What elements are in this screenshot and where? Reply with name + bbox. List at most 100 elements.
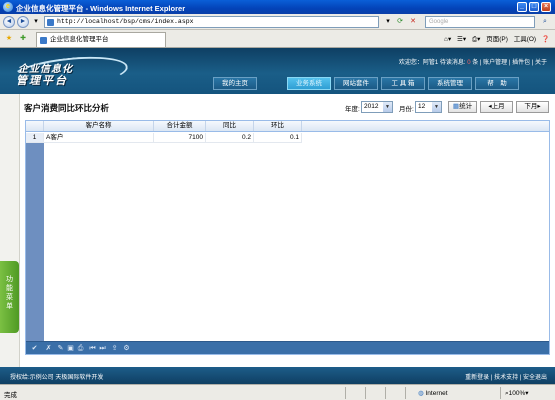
year-select[interactable]: 2012 ▼ — [361, 101, 393, 113]
copy-icon[interactable]: ▣ — [66, 344, 75, 353]
favorites-star-icon[interactable]: ★ — [4, 34, 14, 44]
page-menu[interactable]: 页面(P) — [486, 36, 508, 43]
status-bar: 完成 ◍ Internet ⌕100%▾ — [0, 384, 555, 400]
month-value: 12 — [418, 103, 426, 110]
prev-month-button[interactable]: ◂上月 — [480, 101, 513, 113]
tab-bar: ★ ✚ 企业信息化管理平台 ⌂▾ ☰▾ ⎙▾ 页面(P) 工具(O) ❓ — [0, 30, 555, 48]
address-bar: ◄ ► ▾ http://localhost/bsp/cms/index.asp… — [0, 14, 555, 30]
close-window-button[interactable]: × — [541, 2, 551, 12]
nav-system[interactable]: 系统管理 — [428, 77, 472, 90]
tab-page-icon — [40, 37, 47, 44]
unread-suffix: 条 — [472, 60, 479, 66]
next-icon: ▸ — [537, 103, 541, 110]
grid-header: 客户名称 合计金额 同比 环比 — [26, 121, 549, 132]
plugins-link[interactable]: 插件包 — [512, 60, 530, 66]
month-label: 月份: — [399, 106, 414, 113]
nav-toolbox[interactable]: 工 具 箱 — [381, 77, 425, 90]
tab-active[interactable]: 企业信息化管理平台 — [36, 32, 166, 47]
divider — [405, 387, 406, 399]
divider — [500, 387, 501, 399]
tools-menu[interactable]: 工具(O) — [514, 36, 536, 43]
next-month-button[interactable]: 下月▸ — [516, 101, 549, 113]
tab-label: 企业信息化管理平台 — [50, 36, 109, 43]
first-page-icon[interactable]: ⏮ — [88, 344, 97, 353]
divider — [365, 387, 366, 399]
back-button[interactable]: ◄ — [3, 16, 15, 28]
refresh-icon[interactable]: ⟳ — [395, 17, 405, 27]
url-dropdown-icon[interactable]: ▾ — [383, 17, 393, 27]
unread-count[interactable]: 0 — [467, 60, 470, 66]
nav-home[interactable]: 我的主页 — [213, 77, 257, 90]
last-page-icon[interactable]: ⏭ — [98, 344, 107, 353]
sidebar-toggle[interactable]: 功能菜单 — [0, 261, 19, 333]
relogin-link[interactable]: 重新登录 — [465, 375, 489, 381]
cell-customer-name[interactable]: A客户 — [44, 133, 154, 143]
print-icon[interactable]: ⎙▾ — [472, 36, 480, 43]
cell-mom[interactable]: 0.1 — [254, 133, 302, 143]
export-icon[interactable]: ⇪ — [110, 344, 119, 353]
add-favorites-icon[interactable]: ✚ — [18, 34, 28, 44]
home-icon[interactable]: ⌂▾ — [444, 36, 451, 43]
security-zone: ◍ Internet — [418, 389, 448, 397]
footer-license: 授权给:示例公司 天极国际软件开发 — [10, 375, 104, 381]
maximize-button[interactable]: □ — [529, 2, 539, 12]
search-input[interactable]: Google — [425, 16, 535, 28]
history-dropdown-icon[interactable]: ▾ — [31, 17, 41, 27]
divider — [345, 387, 346, 399]
col-yoy[interactable]: 同比 — [206, 121, 254, 131]
prev-month-label: 上月 — [491, 103, 505, 110]
account-link[interactable]: 账户管理 — [483, 60, 507, 66]
ie-logo-icon: e — [3, 2, 13, 12]
data-grid: 客户名称 合计金额 同比 环比 1 A客户 7100 0.2 0.1 ✔ ✗ ✎… — [25, 120, 550, 355]
page-title: 客户消费同比环比分析 — [24, 103, 110, 113]
settings-icon[interactable]: ⚙ — [122, 344, 131, 353]
nav-business[interactable]: 业务系统 — [287, 77, 331, 90]
divider — [385, 387, 386, 399]
year-label: 年度: — [345, 106, 360, 113]
rownum-header — [26, 121, 44, 131]
feeds-icon[interactable]: ☰▾ — [457, 36, 466, 43]
forward-button[interactable]: ► — [17, 16, 29, 28]
nav-help[interactable]: 帮 助 — [475, 77, 519, 90]
about-link[interactable]: 关于 — [535, 60, 547, 66]
logo-line2: 管理平台 — [16, 75, 68, 87]
col-mom[interactable]: 环比 — [254, 121, 302, 131]
chevron-down-icon: ▼ — [432, 102, 441, 112]
url-field[interactable]: http://localhost/bsp/cms/index.aspx — [44, 16, 379, 28]
logout-link[interactable]: 安全退出 — [523, 375, 547, 381]
cancel-icon[interactable]: ✗ — [44, 344, 53, 353]
globe-icon: ◍ — [418, 390, 424, 397]
search-icon[interactable]: ⌕ — [540, 17, 550, 27]
page-icon — [47, 19, 54, 26]
left-strip: 功能菜单 — [0, 94, 20, 367]
stop-icon[interactable]: ✕ — [408, 17, 418, 27]
stat-button[interactable]: ▦统计 — [448, 101, 477, 113]
stat-label: 统计 — [459, 103, 473, 110]
grid-rownum-gutter — [26, 143, 44, 341]
month-select[interactable]: 12 ▼ — [415, 101, 442, 113]
chevron-down-icon: ▼ — [383, 102, 392, 112]
year-value: 2012 — [364, 103, 379, 110]
content-area: 客户消费同比环比分析 年度: 2012 ▼ 月份: 12 ▼ ▦统计 ◂上月 下… — [20, 94, 555, 367]
minimize-button[interactable]: _ — [517, 2, 527, 12]
edit-icon[interactable]: ✎ — [56, 344, 65, 353]
cell-total-amount[interactable]: 7100 — [154, 133, 206, 143]
status-text: 完成 — [4, 392, 17, 399]
print-icon[interactable]: ⎙ — [76, 344, 85, 353]
col-customer-name[interactable]: 客户名称 — [44, 121, 154, 131]
app-logo: 企业信息化 管理平台 — [8, 51, 135, 94]
zoom-control[interactable]: ⌕100%▾ — [505, 389, 529, 398]
grid-toolbar: ✔ ✗ ✎ ▣ ⎙ ⏮ ⏭ ⇪ ⚙ — [26, 341, 549, 354]
cell-yoy[interactable]: 0.2 — [206, 133, 254, 143]
welcome-text: 欢迎您：阿管1 待读消息: — [398, 60, 466, 66]
col-total-amount[interactable]: 合计金额 — [154, 121, 206, 131]
row-number: 1 — [26, 133, 44, 143]
nav-website-suite[interactable]: 网站套件 — [334, 77, 378, 90]
check-icon[interactable]: ✔ — [30, 344, 39, 353]
window-titlebar: e 企业信息化管理平台 - Windows Internet Explorer … — [0, 0, 555, 14]
help-menu-icon[interactable]: ❓ — [542, 36, 550, 43]
support-link[interactable]: 技术支持 — [494, 375, 518, 381]
url-text: http://localhost/bsp/cms/index.aspx — [57, 18, 194, 25]
grid-body — [26, 143, 549, 341]
app-footer: 授权给:示例公司 天极国际软件开发 重新登录 | 技术支持 | 安全退出 — [0, 367, 555, 384]
